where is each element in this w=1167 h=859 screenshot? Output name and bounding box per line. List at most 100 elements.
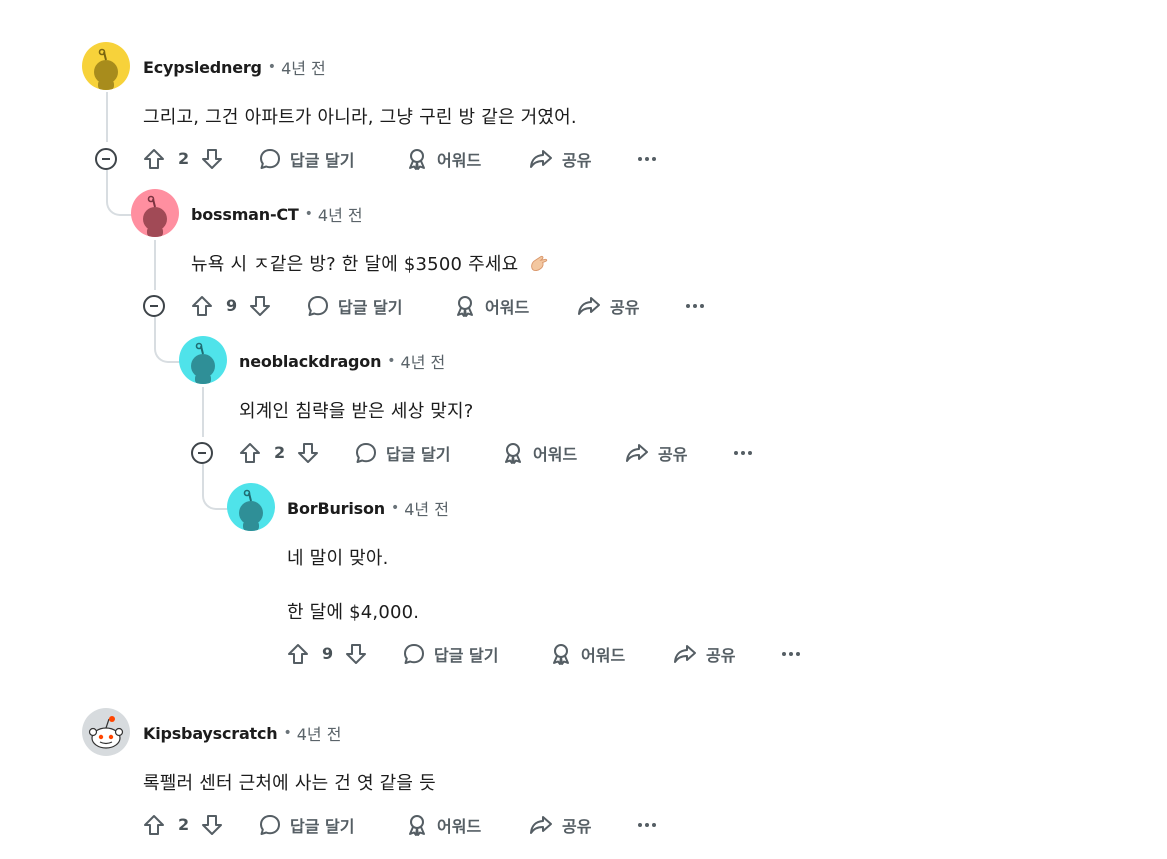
avatar[interactable]	[131, 189, 179, 237]
snoo-avatar-icon	[191, 342, 215, 384]
award-button[interactable]: 어워드	[405, 144, 481, 174]
comment-actions: 2 답글 달기 어워드 공유	[143, 144, 683, 174]
more-horizontal-icon	[686, 304, 704, 308]
downvote-arrow-icon	[202, 815, 222, 835]
comment-actions: 2 답글 달기 어워드 공유	[239, 438, 779, 468]
downvote-button[interactable]	[201, 810, 223, 840]
vote-count: 2	[178, 149, 190, 168]
share-arrow-icon	[530, 150, 552, 168]
meta-separator: •	[267, 59, 277, 75]
downvote-arrow-icon	[202, 149, 222, 169]
award-button[interactable]: 어워드	[405, 810, 481, 840]
share-label: 공유	[562, 151, 592, 170]
vote-count: 2	[274, 443, 286, 462]
more-options-button[interactable]	[637, 144, 657, 174]
upvote-arrow-icon	[144, 815, 164, 835]
reply-label: 답글 달기	[386, 445, 451, 464]
speech-bubble-icon	[308, 296, 328, 316]
meta-separator: •	[304, 206, 313, 222]
comment-meta: bossman-CT • 4년 전	[191, 202, 363, 226]
author-link[interactable]: bossman-CT	[191, 205, 299, 224]
collapse-thread-button[interactable]	[95, 148, 117, 170]
vote-count: 9	[322, 644, 334, 663]
downvote-button[interactable]	[249, 291, 271, 321]
comment-actions: 2 답글 달기 어워드 공유	[143, 810, 683, 840]
reply-label: 답글 달기	[338, 298, 403, 317]
timestamp[interactable]: 4년 전	[318, 202, 363, 226]
author-link[interactable]: Ecypslednerg	[143, 58, 262, 77]
share-button[interactable]: 공유	[624, 438, 687, 468]
upvote-arrow-icon	[288, 644, 308, 664]
share-button[interactable]: 공유	[528, 810, 591, 840]
upvote-button[interactable]	[191, 291, 213, 321]
thread-line-level-1	[106, 92, 108, 142]
avatar[interactable]	[82, 708, 130, 756]
thread-branch-3	[202, 464, 230, 510]
author-link[interactable]: Kipsbayscratch	[143, 724, 278, 743]
share-label: 공유	[610, 298, 640, 317]
award-ribbon-icon	[409, 815, 425, 836]
more-options-button[interactable]	[733, 438, 753, 468]
upvote-button[interactable]	[239, 438, 261, 468]
meta-separator: •	[387, 353, 396, 369]
comment-meta: BorBurison • 4년 전	[287, 496, 449, 520]
more-options-button[interactable]	[685, 291, 705, 321]
comment-body: 그리고, 그건 아파트가 아니라, 그냥 구린 방 같은 거였어.	[143, 107, 577, 128]
timestamp[interactable]: 4년 전	[297, 721, 342, 745]
avatar[interactable]	[227, 483, 275, 531]
share-arrow-icon	[578, 297, 600, 315]
downvote-button[interactable]	[297, 438, 319, 468]
downvote-button[interactable]	[345, 639, 367, 669]
reply-button[interactable]: 답글 달기	[354, 438, 450, 468]
meta-separator: •	[283, 725, 292, 741]
snoo-avatar-icon	[239, 489, 263, 531]
comment-body: 외계인 침략을 받은 세상 맞지?	[239, 401, 474, 422]
award-ribbon-icon	[409, 149, 425, 170]
downvote-arrow-icon	[346, 644, 366, 664]
avatar[interactable]	[82, 42, 130, 90]
author-link[interactable]: BorBurison	[287, 499, 385, 518]
award-button[interactable]: 어워드	[501, 438, 577, 468]
share-button[interactable]: 공유	[672, 639, 735, 669]
reply-button[interactable]: 답글 달기	[258, 810, 354, 840]
collapse-thread-button[interactable]	[143, 295, 165, 317]
award-label: 어워드	[581, 646, 626, 665]
comment-actions: 9 답글 달기 어워드 공유	[287, 639, 827, 669]
downvote-button[interactable]	[201, 144, 223, 174]
downvote-arrow-icon	[250, 296, 270, 316]
reply-button[interactable]: 답글 달기	[306, 291, 402, 321]
snoo-avatar-icon	[94, 48, 118, 90]
award-ribbon-icon	[457, 296, 473, 317]
award-label: 어워드	[437, 151, 482, 170]
timestamp[interactable]: 4년 전	[401, 349, 446, 373]
collapse-thread-button[interactable]	[191, 442, 213, 464]
upvote-button[interactable]	[143, 810, 165, 840]
speech-bubble-icon	[260, 815, 280, 835]
reply-button[interactable]: 답글 달기	[402, 639, 498, 669]
upvote-button[interactable]	[287, 639, 309, 669]
reply-label: 답글 달기	[290, 151, 355, 170]
timestamp[interactable]: 4년 전	[404, 496, 449, 520]
upvote-button[interactable]	[143, 144, 165, 174]
share-button[interactable]: 공유	[576, 291, 639, 321]
comment-body: 뉴욕 시 ㅈ같은 방? 한 달에 $3500 주세요	[191, 250, 550, 276]
more-horizontal-icon	[782, 652, 800, 656]
thread-branch-2	[154, 317, 182, 363]
share-label: 공유	[658, 445, 688, 464]
more-options-button[interactable]	[781, 639, 801, 669]
award-ribbon-icon	[505, 443, 521, 464]
timestamp[interactable]: 4년 전	[281, 55, 326, 79]
share-arrow-icon	[626, 444, 648, 462]
comment-body: 록펠러 센터 근처에 사는 건 엿 같을 듯	[143, 773, 436, 794]
share-button[interactable]: 공유	[528, 144, 591, 174]
author-link[interactable]: neoblackdragon	[239, 352, 381, 371]
more-options-button[interactable]	[637, 810, 657, 840]
more-horizontal-icon	[638, 823, 656, 827]
reply-button[interactable]: 답글 달기	[258, 144, 354, 174]
award-button[interactable]: 어워드	[549, 639, 625, 669]
share-label: 공유	[706, 646, 736, 665]
award-button[interactable]: 어워드	[453, 291, 529, 321]
avatar[interactable]	[179, 336, 227, 384]
comment-body-text: 뉴욕 시 ㅈ같은 방? 한 달에 $3500 주세요	[191, 254, 519, 275]
more-horizontal-icon	[734, 451, 752, 455]
